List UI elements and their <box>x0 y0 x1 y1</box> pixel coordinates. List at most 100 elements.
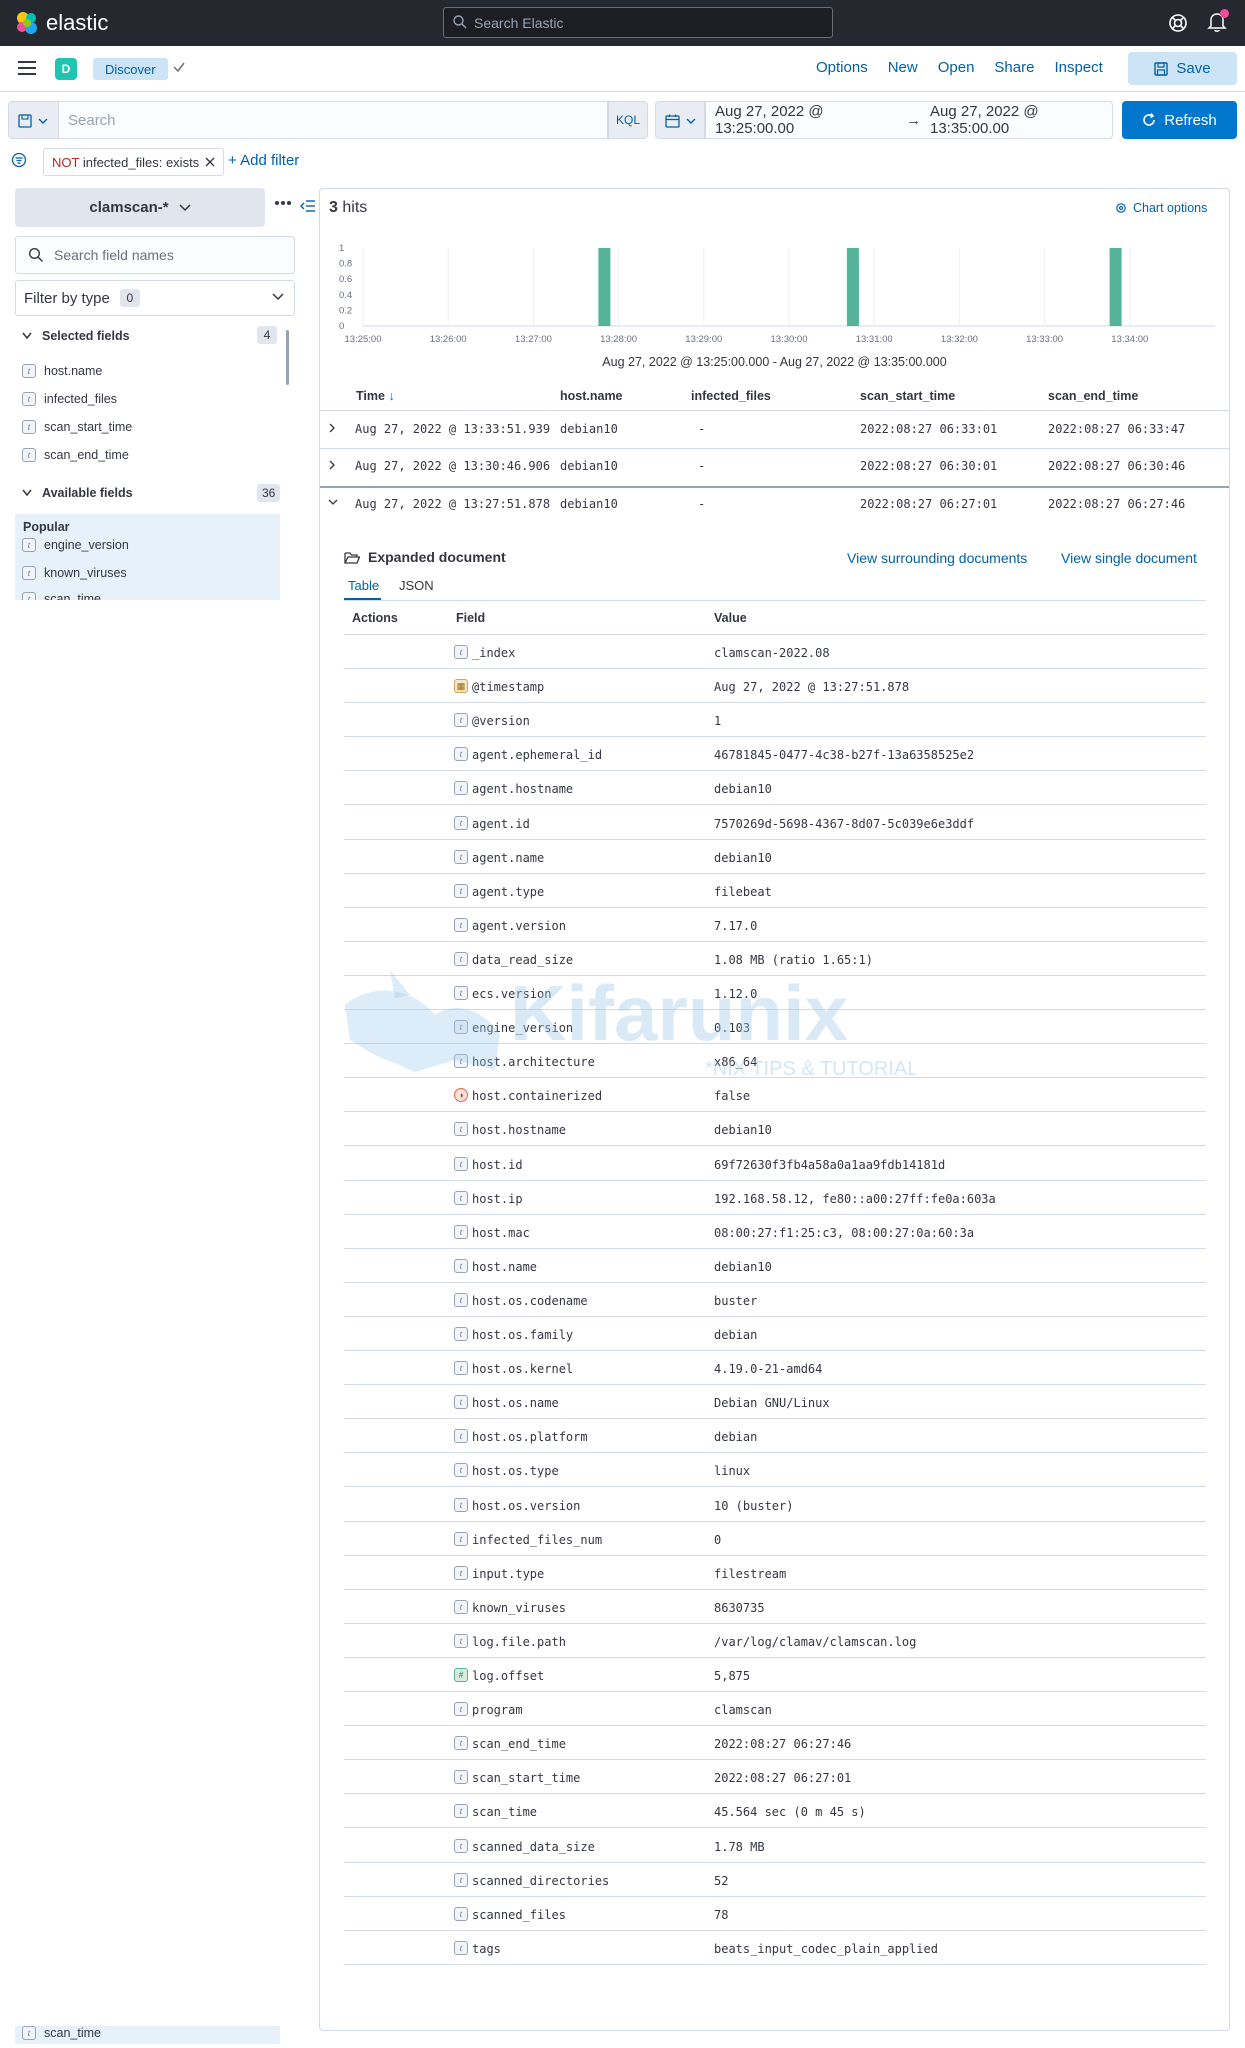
doc-field-row[interactable]: t host.architecture x86_64 <box>344 1044 1206 1079</box>
sidebar-bottom-field[interactable]: t scan_time <box>15 2026 280 2044</box>
add-filter-link[interactable]: + Add filter <box>228 152 299 169</box>
doc-field-row[interactable]: t scanned_directories 52 <box>344 1863 1206 1897</box>
doc-field-row[interactable]: t host.os.name Debian GNU/Linux <box>344 1385 1206 1420</box>
space-avatar[interactable]: D <box>55 58 77 80</box>
doc-field-row[interactable]: t agent.version 7.17.0 <box>344 908 1206 942</box>
doc-field-row[interactable]: t agent.name debian10 <box>344 840 1206 874</box>
sidebar-field[interactable]: t known_viruses <box>22 566 127 580</box>
date-end[interactable]: Aug 27, 2022 @ 13:35:00.00 <box>930 103 1112 137</box>
doc-field-row[interactable]: t program clamscan <box>344 1692 1206 1727</box>
chevron-right-icon[interactable] <box>328 423 336 433</box>
column-infected-files[interactable]: infected_files <box>691 389 771 403</box>
filter-menu-icon[interactable] <box>11 152 27 168</box>
boolean-type-icon: ◑ <box>454 1088 468 1103</box>
global-search-input[interactable]: Search Elastic <box>443 7 833 38</box>
doc-field-row[interactable]: t infected_files_num 0 <box>344 1522 1206 1556</box>
kql-toggle[interactable]: KQL <box>608 101 648 139</box>
doc-field-row[interactable]: t host.os.codename buster <box>344 1283 1206 1317</box>
date-start[interactable]: Aug 27, 2022 @ 13:25:00.00 <box>715 103 897 137</box>
doc-field-row[interactable]: t engine_version 0.103 <box>344 1010 1206 1045</box>
chart-options-button[interactable]: Chart options <box>1115 201 1207 215</box>
doc-field-row[interactable]: t agent.id 7570269d-5698-4367-8d07-5c039e6… <box>344 806 1206 840</box>
filter-by-type-button[interactable]: Filter by type 0 <box>15 280 295 316</box>
column-scan-end-time[interactable]: scan_end_time <box>1048 389 1138 403</box>
options-link[interactable]: Options <box>816 59 868 76</box>
table-row[interactable]: Aug 27, 2022 @ 13:33:51.939 debian10 - 2… <box>320 411 1229 447</box>
collapse-sidebar-icon[interactable] <box>300 199 316 213</box>
sidebar-field[interactable]: t scan_time <box>22 592 101 600</box>
share-link[interactable]: Share <box>994 59 1034 76</box>
doc-field-row[interactable]: t host.os.family debian <box>344 1317 1206 1351</box>
doc-field-row[interactable]: t input.type filestream <box>344 1556 1206 1590</box>
view-single-link[interactable]: View single document <box>1061 550 1197 566</box>
sidebar-scrollbar[interactable] <box>286 330 289 385</box>
doc-field-row[interactable]: t host.name debian10 <box>344 1249 1206 1283</box>
sidebar-field[interactable]: t infected_files <box>22 392 117 406</box>
doc-field-row[interactable]: t host.mac 08:00:27:f1:25:c3, 08:00:27:0a:… <box>344 1215 1206 1249</box>
doc-field-row[interactable]: t scanned_data_size 1.78 MB <box>344 1829 1206 1863</box>
table-row[interactable]: Aug 27, 2022 @ 13:30:46.906 debian10 - 2… <box>320 448 1229 484</box>
inspect-link[interactable]: Inspect <box>1054 59 1102 76</box>
view-surrounding-link[interactable]: View surrounding documents <box>847 550 1027 566</box>
table-row-expanded[interactable]: Aug 27, 2022 @ 13:27:51.878 debian10 - 2… <box>320 486 1229 522</box>
quick-date-button[interactable] <box>655 101 705 139</box>
open-link[interactable]: Open <box>938 59 975 76</box>
column-host-name[interactable]: host.name <box>560 389 623 403</box>
available-fields-toggle[interactable]: Available fields <box>22 486 133 500</box>
sidebar-field[interactable]: t scan_end_time <box>22 448 129 462</box>
doc-field-row[interactable]: t scan_start_time 2022:08:27 06:27:01 <box>344 1760 1206 1795</box>
doc-field-row[interactable]: t scan_time 45.564 sec (0 m 45 s) <box>344 1794 1206 1829</box>
doc-field-row[interactable]: t ecs.version 1.12.0 <box>344 976 1206 1010</box>
filter-pill[interactable]: NOT infected_files: exists <box>43 148 225 176</box>
close-icon[interactable] <box>205 157 215 167</box>
doc-field-row[interactable]: t host.os.type linux <box>344 1453 1206 1488</box>
sidebar-field[interactable]: t host.name <box>22 364 102 378</box>
tab-table[interactable]: Table <box>348 578 379 593</box>
doc-field-row[interactable]: t agent.type filebeat <box>344 874 1206 908</box>
sort-desc-icon[interactable]: ↓ <box>388 389 394 403</box>
saved-query-button[interactable] <box>8 101 58 139</box>
sidebar-field[interactable]: t scan_time <box>22 2026 101 2040</box>
tab-json[interactable]: JSON <box>399 578 434 593</box>
sidebar-field[interactable]: t engine_version <box>22 538 129 552</box>
doc-field-row[interactable]: t data_read_size 1.08 MB (ratio 1.65:1) <box>344 942 1206 976</box>
doc-field-row[interactable]: ◑ host.containerized false <box>344 1078 1206 1113</box>
doc-field-row[interactable]: t host.id 69f72630f3fb4a58a0a1aa9fdb14181d <box>344 1147 1206 1181</box>
column-scan-start-time[interactable]: scan_start_time <box>860 389 955 403</box>
breadcrumb-discover[interactable]: Discover <box>93 58 168 80</box>
query-input[interactable]: Search <box>58 101 608 139</box>
doc-field-row[interactable]: t host.os.platform debian <box>344 1419 1206 1454</box>
selected-fields-toggle[interactable]: Selected fields <box>22 329 130 343</box>
doc-field-name: host.os.platform <box>472 1430 588 1445</box>
doc-field-row[interactable]: t @version 1 <box>344 703 1206 738</box>
doc-field-row[interactable]: t host.ip 192.168.58.12, fe80::a00:27ff:fe… <box>344 1181 1206 1215</box>
menu-icon[interactable] <box>18 60 36 76</box>
doc-field-row[interactable]: # log.offset 5,875 <box>344 1658 1206 1692</box>
elastic-logo-icon[interactable] <box>14 10 40 36</box>
doc-field-row[interactable]: t host.hostname debian10 <box>344 1112 1206 1147</box>
chevron-down-icon[interactable] <box>328 498 338 506</box>
new-link[interactable]: New <box>888 59 918 76</box>
doc-field-row[interactable]: t _index clamscan-2022.08 <box>344 635 1206 669</box>
doc-field-row[interactable]: t log.file.path/var/log/clamav/clamscan.l… <box>344 1624 1206 1658</box>
refresh-button[interactable]: Refresh <box>1122 101 1237 139</box>
chevron-right-icon[interactable] <box>328 460 336 470</box>
more-options-icon[interactable] <box>274 200 292 206</box>
doc-field-row[interactable]: t known_viruses 8630735 <box>344 1590 1206 1624</box>
doc-field-name: agent.hostname <box>472 782 574 797</box>
doc-field-row[interactable]: t agent.hostname debian10 <box>344 771 1206 806</box>
save-button[interactable]: Save <box>1128 52 1237 85</box>
column-time[interactable]: Time ↓ <box>356 389 395 403</box>
doc-field-row[interactable]: ▦ @timestamp Aug 27, 2022 @ 13:27:51.878 <box>344 669 1206 704</box>
doc-field-name: log.file.path <box>472 1634 566 1649</box>
doc-field-row[interactable]: t host.os.kernel 4.19.0-21-amd64 <box>344 1351 1206 1386</box>
sidebar-field[interactable]: t scan_start_time <box>22 420 132 434</box>
doc-field-row[interactable]: t scanned_files 78 <box>344 1897 1206 1931</box>
doc-field-row[interactable]: t scan_end_time 2022:08:27 06:27:46 <box>344 1726 1206 1761</box>
doc-field-row[interactable]: t tags beats_input_codec_plain_applied <box>344 1931 1206 1965</box>
help-icon[interactable] <box>1167 12 1189 34</box>
index-pattern-selector[interactable]: clamscan-* <box>15 188 265 227</box>
field-search-input[interactable]: Search field names <box>15 236 295 274</box>
doc-field-row[interactable]: t agent.ephemeral_id 46781845-0477-4c38-b2… <box>344 737 1206 772</box>
doc-field-row[interactable]: t host.os.version 10 (buster) <box>344 1488 1206 1522</box>
